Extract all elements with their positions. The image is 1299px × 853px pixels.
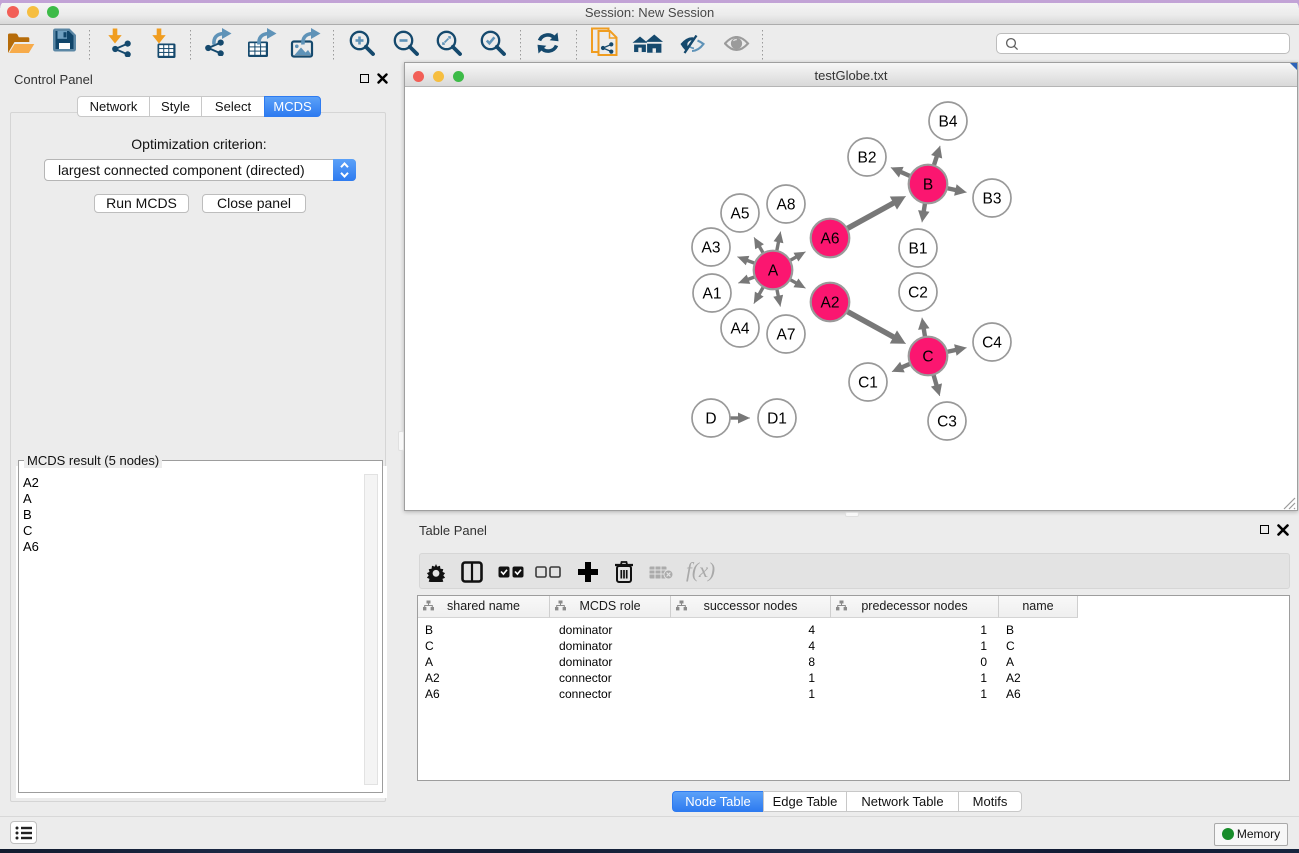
svg-text:A6: A6 <box>821 231 840 248</box>
svg-text:A7: A7 <box>777 327 796 344</box>
svg-text:C2: C2 <box>908 285 928 302</box>
svg-text:B3: B3 <box>983 191 1002 208</box>
svg-text:A1: A1 <box>703 286 722 303</box>
svg-text:B1: B1 <box>909 241 928 258</box>
svg-text:C: C <box>922 349 933 366</box>
svg-text:B2: B2 <box>858 150 877 167</box>
svg-text:A8: A8 <box>777 197 796 214</box>
svg-text:C3: C3 <box>937 414 957 431</box>
svg-text:A5: A5 <box>731 206 750 223</box>
svg-text:A4: A4 <box>731 321 750 338</box>
svg-text:B4: B4 <box>939 114 958 131</box>
svg-text:C4: C4 <box>982 335 1002 352</box>
svg-text:D1: D1 <box>767 411 787 428</box>
svg-text:A2: A2 <box>821 295 840 312</box>
svg-text:D: D <box>705 411 716 428</box>
svg-text:C1: C1 <box>858 375 878 392</box>
svg-text:B: B <box>923 177 933 194</box>
svg-text:A: A <box>768 263 779 280</box>
svg-text:A3: A3 <box>702 240 721 257</box>
